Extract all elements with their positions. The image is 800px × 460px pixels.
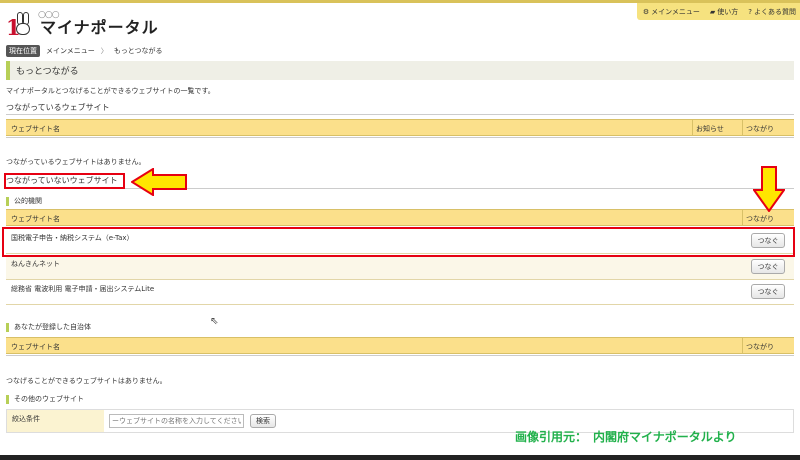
site-logo[interactable]: 1 ○○○ マイナポータル <box>6 10 159 40</box>
gear-icon: ⚙ <box>642 7 650 16</box>
col-connection: つながり <box>746 215 774 223</box>
col-news: お知らせ <box>696 125 724 133</box>
menu-faq-label: よくある質問 <box>754 7 796 16</box>
col-connection: つながり <box>746 343 774 351</box>
breadcrumb-separator: 〉 <box>100 47 108 55</box>
highlight-box-heading <box>4 173 125 189</box>
public-table-header: ウェブサイト名 つながり <box>6 209 794 226</box>
divider <box>6 137 794 138</box>
col-website-name: ウェブサイト名 <box>11 125 60 133</box>
website-name: 総務省 電波利用 電子申請・届出システムLite <box>11 285 155 293</box>
page-description: マイナポータルとつなげることができるウェブサイトの一覧です。 <box>6 87 215 95</box>
col-website-name: ウェブサイト名 <box>11 343 60 351</box>
menu-main-label: メインメニュー <box>651 7 700 16</box>
clouds-icon: ○○○ <box>38 10 60 20</box>
left-arrow-icon <box>131 168 187 196</box>
public-institutions-heading: 公的機関 <box>6 196 42 206</box>
divider <box>6 114 794 115</box>
divider <box>6 355 794 356</box>
municipality-table-header: ウェブサイト名 つながり <box>6 337 794 354</box>
highlight-box-etax-row <box>2 227 795 257</box>
down-arrow-icon <box>753 166 785 212</box>
other-websites-heading: その他のウェブサイト <box>6 394 84 404</box>
connected-table-header: ウェブサイト名 お知らせ つながり <box>6 119 794 136</box>
breadcrumb: 現在位置 メインメニュー 〉 もっとつながる <box>6 45 163 57</box>
page-title: もっとつながる <box>6 61 794 80</box>
connect-button[interactable]: つなぐ <box>751 259 785 274</box>
search-button[interactable]: 検索 <box>250 414 276 428</box>
help-icon: ? <box>748 7 752 16</box>
col-website-name: ウェブサイト名 <box>11 215 60 223</box>
menu-faq-link[interactable]: ? よくある質問 <box>748 7 796 17</box>
mascot-logo-icon: 1 ○○○ <box>6 10 60 40</box>
breadcrumb-main-menu[interactable]: メインメニュー <box>46 46 95 56</box>
breadcrumb-here-badge: 現在位置 <box>6 45 40 57</box>
menu-howto-label: 使い方 <box>717 7 739 16</box>
menu-howto-link[interactable]: ▰ 使い方 <box>710 7 738 17</box>
municipality-empty-message: つなげることができるウェブサイトはありません。 <box>6 377 167 385</box>
mouse-cursor-icon: ⇖ <box>210 316 219 327</box>
image-credit: 画像引用元： 内閣府マイナポータルより <box>515 430 737 444</box>
col-connection: つながり <box>746 125 774 133</box>
connect-button[interactable]: つなぐ <box>751 284 785 299</box>
website-search-input[interactable] <box>109 414 244 428</box>
menu-main-link[interactable]: ⚙ メインメニュー <box>643 7 700 17</box>
book-icon: ▰ <box>709 7 716 16</box>
bottom-bar <box>0 455 800 460</box>
connected-empty-message: つながっているウェブサイトはありません。 <box>6 158 146 166</box>
breadcrumb-current: もっとつながる <box>113 47 163 55</box>
table-row: ねんきんネット つなぐ <box>6 255 794 280</box>
filter-label: 絞込条件 <box>7 410 104 432</box>
website-name: ねんきんネット <box>11 260 60 268</box>
table-row: 総務省 電波利用 電子申請・届出システムLite つなぐ <box>6 280 794 305</box>
municipality-heading: あなたが登録した自治体 <box>6 322 91 332</box>
connected-heading: つながっているウェブサイト <box>6 103 110 112</box>
top-menu: ⚙ メインメニュー ▰ 使い方 ? よくある質問 <box>636 3 800 20</box>
